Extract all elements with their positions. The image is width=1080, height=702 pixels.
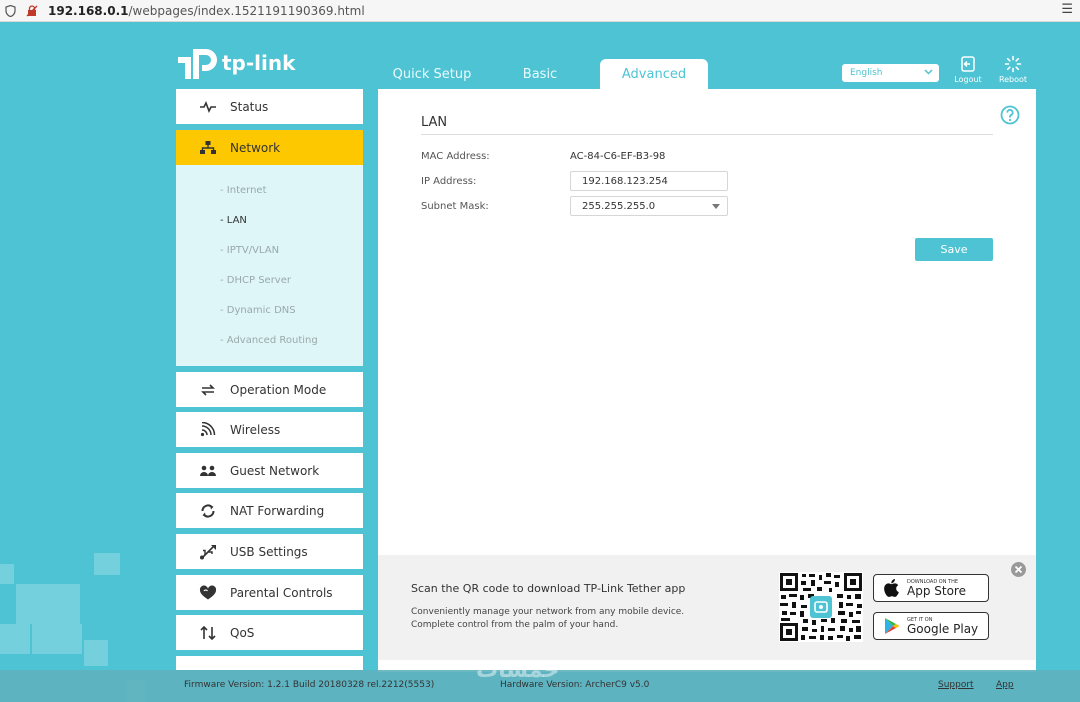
reboot-icon bbox=[1004, 55, 1022, 73]
subnet-mask-value: 255.255.255.0 bbox=[582, 200, 656, 212]
url-text[interactable]: 192.168.0.1/webpages/index.1521191190369… bbox=[48, 4, 365, 18]
help-icon[interactable] bbox=[1000, 105, 1020, 125]
close-icon[interactable] bbox=[1011, 562, 1026, 577]
sidebar-item-parental-controls[interactable]: Parental Controls bbox=[176, 575, 363, 610]
sidebar-item-label: Network bbox=[230, 140, 281, 155]
reboot-button[interactable]: Reboot bbox=[993, 55, 1033, 84]
dropdown-caret-icon bbox=[712, 204, 720, 209]
mac-address-value: AC-84-C6-EF-B3-98 bbox=[570, 151, 666, 162]
top-tabs: Quick Setup Basic Advanced bbox=[378, 59, 708, 89]
main-panel: LAN MAC Address: AC-84-C6-EF-B3-98 IP Ad… bbox=[378, 89, 1036, 555]
url-path: /webpages/index.1521191190369.html bbox=[128, 3, 365, 18]
submenu-item-dhcp-server[interactable]: - DHCP Server bbox=[220, 275, 291, 286]
support-link[interactable]: Support bbox=[938, 680, 974, 690]
qos-icon bbox=[198, 625, 218, 641]
sidebar-item-label: Guest Network bbox=[230, 463, 320, 478]
app-store-big-text: App Store bbox=[907, 583, 966, 598]
network-icon bbox=[198, 140, 218, 156]
url-host: 192.168.0.1 bbox=[48, 3, 129, 18]
google-play-icon bbox=[885, 618, 900, 634]
sidebar-item-label: QoS bbox=[230, 625, 255, 640]
ip-address-label: IP Address: bbox=[421, 176, 477, 187]
sidebar-item-operation-mode[interactable]: Operation Mode bbox=[176, 372, 363, 407]
tp-link-logo-icon bbox=[178, 49, 217, 79]
subnet-mask-select[interactable]: 255.255.255.0 bbox=[570, 196, 728, 216]
submenu-item-iptv-vlan[interactable]: - IPTV/VLAN bbox=[220, 245, 279, 256]
sidebar-item-label: Wireless bbox=[230, 422, 281, 437]
sidebar-item-label: Parental Controls bbox=[230, 585, 333, 600]
sidebar-item-label: Status bbox=[230, 99, 269, 114]
submenu-item-internet[interactable]: - Internet bbox=[220, 185, 267, 196]
promo-description: Conveniently manage your network from an… bbox=[411, 606, 684, 632]
tab-basic[interactable]: Basic bbox=[486, 59, 594, 89]
network-submenu: - Internet - LAN - IPTV/VLAN - DHCP Serv… bbox=[176, 165, 363, 366]
apple-icon bbox=[884, 579, 899, 597]
browser-menu-icon[interactable]: ☰ bbox=[1061, 2, 1073, 17]
submenu-item-lan[interactable]: - LAN bbox=[220, 215, 247, 226]
tether-app-promo: Scan the QR code to download TP-Link Tet… bbox=[378, 555, 1036, 660]
firmware-version: Firmware Version: 1.2.1 Build 20180328 r… bbox=[184, 680, 435, 690]
sidebar-item-wireless[interactable]: Wireless bbox=[176, 412, 363, 447]
submenu-item-dynamic-dns[interactable]: - Dynamic DNS bbox=[220, 305, 296, 316]
shield-icon bbox=[5, 4, 16, 17]
sidebar-item-label: Operation Mode bbox=[230, 382, 327, 397]
sidebar-item-qos[interactable]: QoS bbox=[176, 615, 363, 650]
sidebar-item-partial[interactable] bbox=[176, 656, 363, 670]
mac-address-label: MAC Address: bbox=[421, 151, 490, 162]
reboot-label: Reboot bbox=[998, 75, 1028, 84]
guest-icon bbox=[198, 463, 218, 479]
promo-desc-line-2: Complete control from the palm of your h… bbox=[411, 620, 619, 630]
pulse-icon bbox=[198, 99, 218, 115]
section-divider bbox=[421, 134, 993, 135]
logo-text: tp-link bbox=[222, 51, 296, 75]
heart-icon bbox=[198, 584, 218, 601]
language-value: English bbox=[850, 68, 883, 78]
tab-advanced[interactable]: Advanced bbox=[600, 59, 708, 89]
bg-decoration bbox=[0, 564, 14, 584]
section-title: LAN bbox=[421, 115, 448, 130]
submenu-item-advanced-routing[interactable]: - Advanced Routing bbox=[220, 335, 318, 346]
subnet-mask-label: Subnet Mask: bbox=[421, 201, 489, 212]
bg-decoration bbox=[32, 624, 82, 654]
promo-desc-line-1: Conveniently manage your network from an… bbox=[411, 607, 685, 617]
usb-icon bbox=[198, 544, 218, 560]
sidebar-item-nat-forwarding[interactable]: NAT Forwarding bbox=[176, 493, 363, 528]
language-select[interactable]: English bbox=[842, 64, 939, 82]
ip-address-value: 192.168.123.254 bbox=[582, 175, 668, 187]
footer: خمسات Firmware Version: 1.2.1 Build 2018… bbox=[0, 658, 1080, 702]
browser-url-bar[interactable]: 192.168.0.1/webpages/index.1521191190369… bbox=[0, 0, 1080, 22]
insecure-lock-icon bbox=[26, 4, 38, 16]
sidebar-item-status[interactable]: Status bbox=[176, 89, 363, 124]
wireless-icon bbox=[198, 421, 218, 438]
logout-button[interactable]: Logout bbox=[948, 55, 988, 84]
sidebar-item-guest-network[interactable]: Guest Network bbox=[176, 453, 363, 488]
sidebar-item-label: USB Settings bbox=[230, 544, 308, 559]
bg-decoration bbox=[16, 584, 80, 624]
app-store-button[interactable]: DOWNLOAD ON THE App Store bbox=[873, 574, 989, 602]
sidebar-item-usb-settings[interactable]: USB Settings bbox=[176, 534, 363, 569]
sidebar-item-label: NAT Forwarding bbox=[230, 503, 325, 518]
bg-decoration bbox=[0, 624, 30, 654]
operation-mode-icon bbox=[198, 382, 218, 398]
logout-icon bbox=[961, 56, 975, 72]
save-button[interactable]: Save bbox=[915, 238, 993, 261]
nat-icon bbox=[198, 503, 218, 519]
google-play-big-text: Google Play bbox=[907, 621, 979, 636]
bg-decoration bbox=[84, 640, 108, 666]
tab-quick-setup[interactable]: Quick Setup bbox=[378, 59, 486, 89]
tp-link-logo: tp-link bbox=[176, 46, 295, 80]
sidebar-item-network[interactable]: Network bbox=[176, 130, 363, 165]
app-link[interactable]: App bbox=[996, 680, 1014, 690]
ip-address-input[interactable]: 192.168.123.254 bbox=[570, 171, 728, 191]
logout-label: Logout bbox=[954, 75, 982, 84]
chevron-down-icon bbox=[924, 69, 933, 75]
qr-code-icon bbox=[779, 572, 863, 642]
google-play-button[interactable]: GET IT ON Google Play bbox=[873, 612, 989, 640]
promo-title: Scan the QR code to download TP-Link Tet… bbox=[411, 582, 686, 595]
bg-decoration bbox=[94, 553, 120, 575]
hardware-version: Hardware Version: ArcherC9 v5.0 bbox=[500, 680, 650, 690]
